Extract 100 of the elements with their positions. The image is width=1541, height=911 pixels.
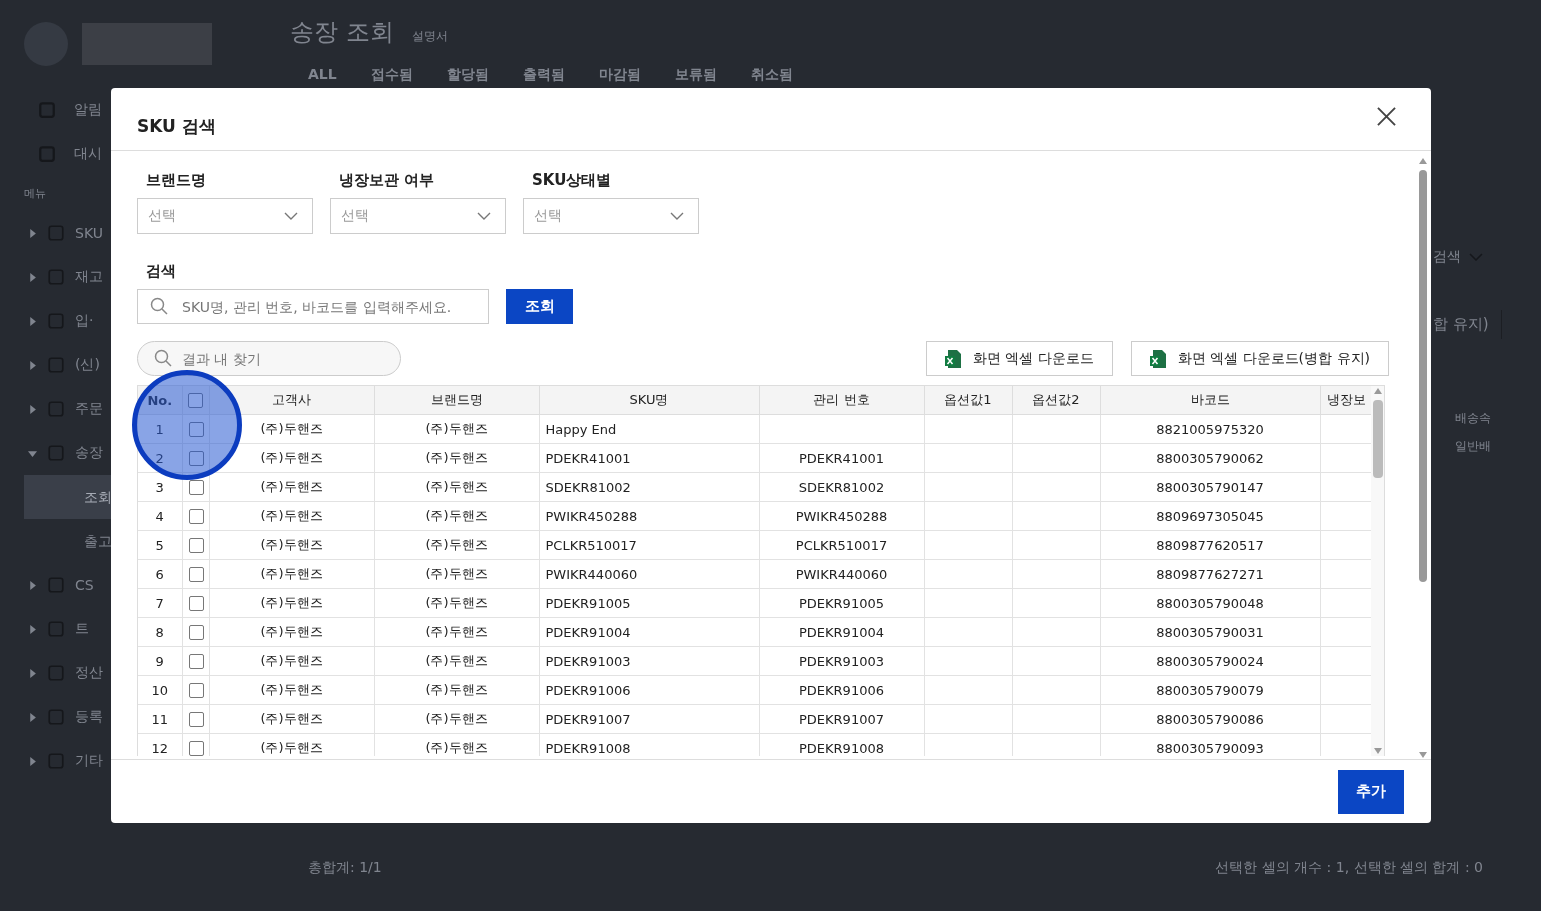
table-cell: PDEKR91006 [759,675,924,705]
table-cell: 8800305790031 [1100,617,1320,647]
tab[interactable]: 취소됨 [750,66,793,84]
checkbox[interactable] [188,712,204,727]
table-cell: 11 [138,704,182,734]
table-cell: 8800305790086 [1100,704,1320,734]
tab[interactable]: 보류됨 [674,66,717,84]
table-cell: PDEKR91003 [759,646,924,676]
search-icon [154,349,172,367]
table-cell: Happy End [539,414,759,444]
sidebar-item[interactable]: 트 [75,620,89,638]
checkbox[interactable] [188,451,204,466]
select-field[interactable]: 선택 [137,198,313,234]
tab[interactable]: 출력됨 [522,66,565,84]
table-cell: 12 [138,733,182,756]
checkbox[interactable] [188,422,204,437]
table-cell: PDEKR91004 [759,617,924,647]
checkbox[interactable] [188,741,204,756]
table-cell: (주)두핸즈 [374,588,539,618]
select-field[interactable]: 선택 [330,198,506,234]
search-icon [150,297,168,315]
sidebar-item[interactable]: 정산 [75,664,103,682]
table-cell: (주)두핸즈 [374,472,539,502]
sidebar-item[interactable]: 알림 [74,101,102,119]
table-cell: (주)두핸즈 [209,675,374,705]
checkbox[interactable] [188,596,204,611]
table-cell: SDEKR81002 [539,472,759,502]
manual-link[interactable]: 설명서 [411,28,448,45]
total-count: 총합계: 1/1 [308,859,382,877]
page-title: 송장 조회 [290,17,394,48]
sidebar-item[interactable]: 등록 [75,708,103,726]
table-cell: 8800305790048 [1100,588,1320,618]
table-cell: PCLKR510017 [539,530,759,560]
section-label: 메뉴 [24,186,47,201]
search-field[interactable]: SKU명, 관리 번호, 바코드를 입력해주세요. [137,289,489,324]
sidebar-item[interactable]: 재고 [75,268,103,286]
modal-title: SKU 검색 [137,114,216,138]
scrollbar[interactable] [1371,386,1384,756]
table-cell: PDEKR91006 [539,675,759,705]
table-cell: 7 [138,588,182,618]
search-button[interactable]: 조회 [506,289,573,324]
table-cell: (주)두핸즈 [209,733,374,756]
table-cell: 4 [138,501,182,531]
tab[interactable]: 할당됨 [446,66,489,84]
column-header: 옵션값1 [924,386,1012,415]
tab[interactable]: 마감됨 [598,66,641,84]
table-cell: PDEKR91007 [759,704,924,734]
table-cell: PWIKR450288 [539,501,759,531]
table-cell: SDEKR81002 [759,472,924,502]
sidebar-item[interactable]: 입· [75,312,94,330]
table-cell: 9 [138,646,182,676]
merge-download-button[interactable]: 합 유지) [1433,310,1502,339]
column-header: No. [138,386,182,415]
table-cell: (주)두핸즈 [374,530,539,560]
table-cell: PDEKR41001 [539,443,759,473]
checkbox[interactable] [188,683,204,698]
table-cell: PDEKR91007 [539,704,759,734]
table-cell: PDEKR41001 [759,443,924,473]
table-cell: 8800305790062 [1100,443,1320,473]
table-cell: (주)두핸즈 [374,704,539,734]
checkbox[interactable] [188,625,204,640]
table-cell: (주)두핸즈 [209,588,374,618]
table-cell: PDEKR91005 [759,588,924,618]
sidebar-item[interactable]: 송장 [75,444,103,462]
search-toggle[interactable]: 검색 [1433,248,1461,266]
sidebar-item[interactable]: 주문 [75,400,103,418]
table-cell: (주)두핸즈 [374,675,539,705]
table-cell: PCLKR510017 [759,530,924,560]
checkbox[interactable] [188,654,204,669]
tab[interactable]: ALL [308,66,337,84]
sidebar-item[interactable]: (신) [75,356,100,374]
table-cell: (주)두핸즈 [209,617,374,647]
excel-download-button[interactable]: 화면 엑셀 다운로드 [925,341,1113,376]
excel-download-button[interactable]: 화면 엑셀 다운로드(병합 유지) [1130,341,1389,376]
find-in-results-field[interactable]: 결과 내 찾기 [137,341,401,376]
close-icon[interactable] [1377,106,1396,126]
selection-summary: 선택한 셀의 개수 : 1, 선택한 셀의 합계 : 0 [1215,859,1483,877]
table-cell: 8800305790079 [1100,675,1320,705]
table-cell: (주)두핸즈 [209,559,374,589]
checkbox[interactable] [188,538,204,553]
sidebar-item[interactable]: 기타 [75,752,103,770]
tab[interactable]: 접수됨 [370,66,413,84]
select-field[interactable]: 선택 [523,198,699,234]
checkbox[interactable] [188,480,204,495]
table-cell: 8809697305045 [1100,501,1320,531]
search-label: 검색 [145,262,176,281]
table-cell: (주)두핸즈 [209,443,374,473]
sidebar-item[interactable]: SKU [75,225,103,241]
checkbox[interactable] [188,393,203,408]
sidebar-item[interactable]: CS [75,577,94,593]
column-header: SKU명 [539,386,759,415]
checkbox[interactable] [188,567,204,582]
chevron-down-icon [284,212,298,220]
add-button[interactable]: 추가 [1338,769,1404,814]
filter-label: 냉장보관 여부 [338,171,435,190]
checkbox[interactable] [188,509,204,524]
sidebar-item[interactable]: 대시 [74,145,102,163]
table-cell: 3 [138,472,182,502]
column-header: 고객사 [209,386,374,415]
table-cell: PDEKR91005 [539,588,759,618]
